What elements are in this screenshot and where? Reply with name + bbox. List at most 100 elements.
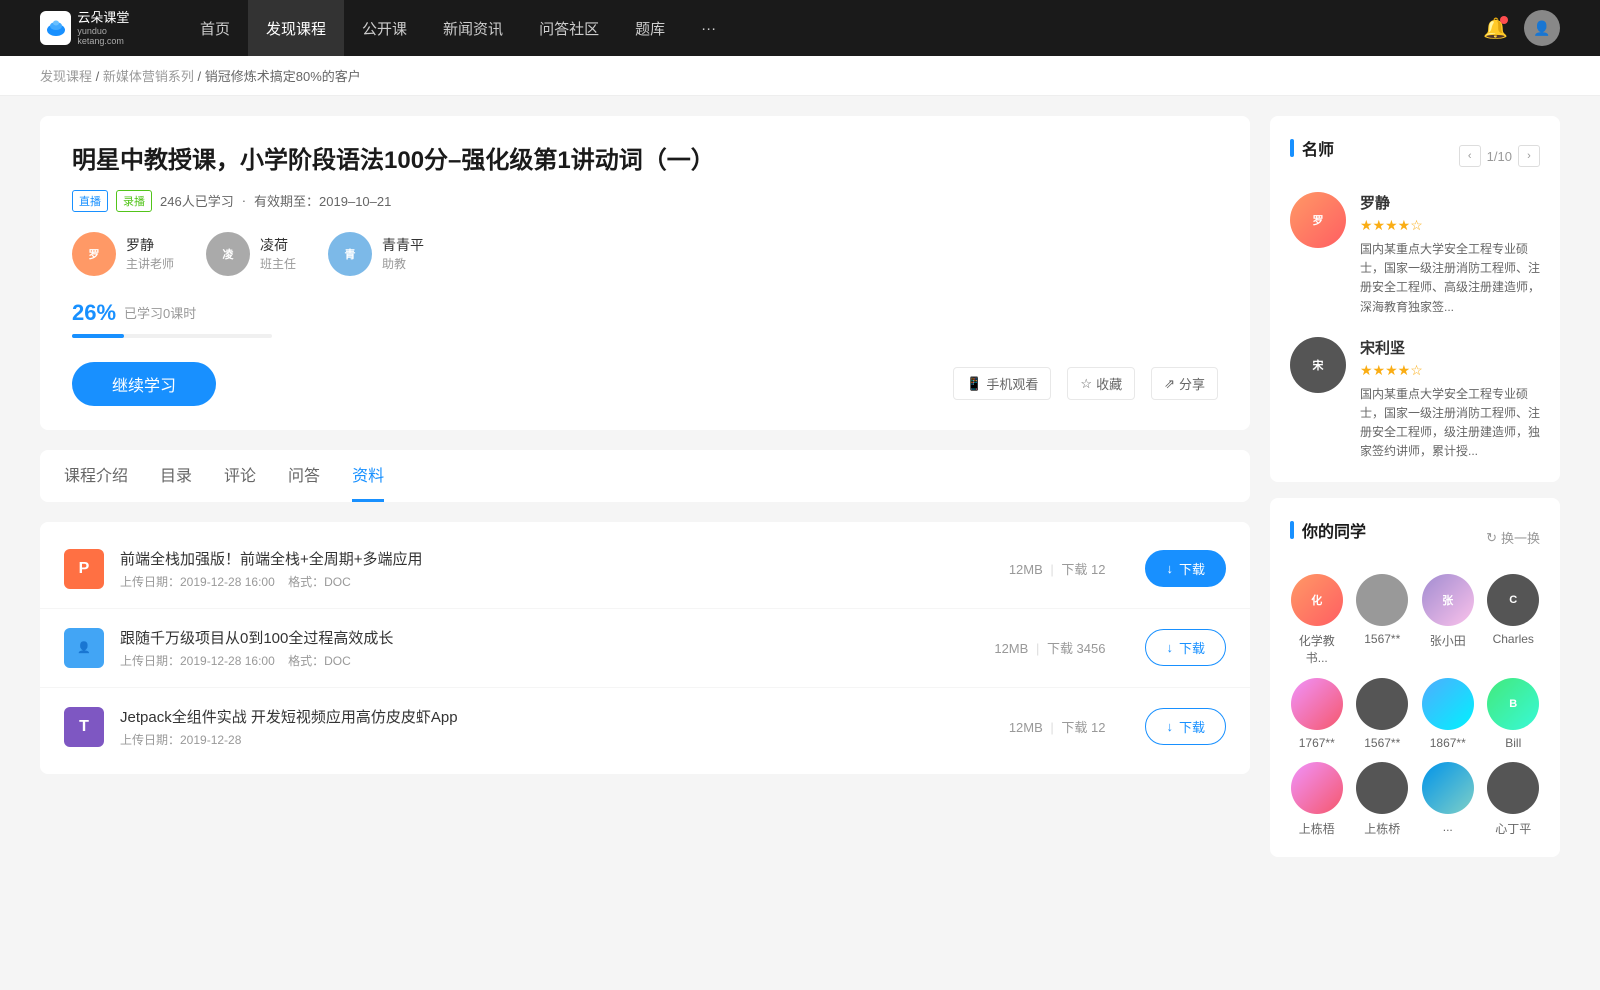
- mobile-icon: 📱: [966, 376, 982, 392]
- resource-name-1: 跟随千万级项目从0到100全过程高效成长: [120, 627, 954, 648]
- tc-name-0: 罗静: [1360, 192, 1540, 213]
- tab-review[interactable]: 评论: [224, 450, 256, 502]
- title-bar-classmates: [1290, 521, 1294, 539]
- teachers-title: 名师: [1290, 136, 1334, 160]
- classmate-avatar-5[interactable]: [1356, 678, 1408, 730]
- mobile-watch-button[interactable]: 📱 手机观看: [953, 367, 1051, 400]
- classmate-name-11: 心丁平: [1495, 820, 1531, 837]
- badge-live: 直播: [72, 190, 108, 212]
- classmate-1: 1567**: [1356, 574, 1410, 666]
- teachers-pagination: ‹ 1/10 ›: [1459, 145, 1540, 167]
- breadcrumb-series[interactable]: 新媒体营销系列: [103, 69, 194, 84]
- nav-qa[interactable]: 问答社区: [521, 0, 617, 56]
- download-button-1[interactable]: ↓ 下载: [1145, 629, 1226, 666]
- continue-study-button[interactable]: 继续学习: [72, 362, 216, 406]
- tc-stars-1: ★★★★☆: [1360, 362, 1540, 379]
- star-icon: ☆: [1080, 376, 1092, 392]
- classmate-avatar-6[interactable]: [1422, 678, 1474, 730]
- resource-stats-2: 12MB | 下载 12: [1009, 717, 1106, 736]
- share-button[interactable]: ⇗ 分享: [1151, 367, 1218, 400]
- nav-open[interactable]: 公开课: [344, 0, 425, 56]
- resource-meta-1: 上传日期：2019-12-28 16:00 格式：DOC: [120, 652, 954, 669]
- user-avatar-nav[interactable]: 👤: [1524, 10, 1560, 46]
- navbar: 云朵课堂 yunduo ketang.com 首页 发现课程 公开课 新闻资讯 …: [0, 0, 1600, 56]
- nav-more[interactable]: ···: [683, 0, 734, 56]
- sidebar: 名师 ‹ 1/10 › 罗 罗静 ★★★★☆ 国内某重点大学: [1270, 116, 1560, 873]
- tc-info-1: 宋利坚 ★★★★☆ 国内某重点大学安全工程专业硕士，国家一级注册消防工程师、注册…: [1360, 337, 1540, 462]
- classmate-name-3: Charles: [1493, 632, 1534, 646]
- classmate-name-4: 1767**: [1299, 736, 1335, 750]
- classmate-avatar-4[interactable]: [1291, 678, 1343, 730]
- classmate-avatar-3[interactable]: C: [1487, 574, 1539, 626]
- tc-avatar-0: 罗: [1290, 192, 1346, 248]
- classmate-avatar-1[interactable]: [1356, 574, 1408, 626]
- tc-stars-0: ★★★★☆: [1360, 217, 1540, 234]
- classmate-7: B Bill: [1487, 678, 1541, 750]
- teachers-sidebar-card: 名师 ‹ 1/10 › 罗 罗静 ★★★★☆ 国内某重点大学: [1270, 116, 1560, 482]
- classmate-6: 1867**: [1421, 678, 1475, 750]
- teacher-avatar-0: 罗: [72, 232, 116, 276]
- breadcrumb-current: 销冠修炼术搞定80%的客户: [205, 69, 361, 84]
- progress-pct: 26%: [72, 300, 116, 326]
- classmate-avatar-0[interactable]: 化: [1291, 574, 1343, 626]
- tab-catalog[interactable]: 目录: [160, 450, 192, 502]
- classmate-avatar-2[interactable]: 张: [1422, 574, 1474, 626]
- download-button-0[interactable]: ↓ 下载: [1145, 550, 1226, 587]
- classmate-3: C Charles: [1487, 574, 1541, 666]
- classmate-avatar-9[interactable]: [1356, 762, 1408, 814]
- nav-items: 首页 发现课程 公开课 新闻资讯 问答社区 题库 ···: [182, 0, 1483, 56]
- logo-sub: yunduo ketang.com: [77, 26, 150, 46]
- teacher-card-0: 罗 罗静 ★★★★☆ 国内某重点大学安全工程专业硕士，国家一级注册消防工程师、注…: [1290, 192, 1540, 317]
- resource-stats-0: 12MB | 下载 12: [1009, 559, 1106, 578]
- breadcrumb-discover[interactable]: 发现课程: [40, 69, 92, 84]
- logo-text: 云朵课堂: [77, 10, 150, 26]
- classmates-header: 你的同学 ↻ 换一换: [1290, 518, 1540, 558]
- teachers-next-button[interactable]: ›: [1518, 145, 1540, 167]
- refresh-classmates-button[interactable]: ↻ 换一换: [1486, 528, 1540, 547]
- valid-until: 有效期至：2019–10–21: [254, 191, 391, 210]
- course-actions: 继续学习 📱 手机观看 ☆ 收藏 ⇗ 分享: [72, 362, 1218, 406]
- classmate-name-2: 张小田: [1430, 632, 1466, 649]
- nav-quiz[interactable]: 题库: [617, 0, 683, 56]
- classmate-avatar-8[interactable]: [1291, 762, 1343, 814]
- tab-intro[interactable]: 课程介绍: [64, 450, 128, 502]
- classmate-name-1: 1567**: [1364, 632, 1400, 646]
- nav-news[interactable]: 新闻资讯: [425, 0, 521, 56]
- resource-item-0: P 前端全栈加强版！前端全栈+全周期+多端应用 上传日期：2019-12-28 …: [40, 530, 1250, 609]
- classmate-9: 上栋桥: [1356, 762, 1410, 837]
- progress-bar-fill: [72, 334, 124, 338]
- classmate-avatar-7[interactable]: B: [1487, 678, 1539, 730]
- teacher-avatar-1: 凌: [206, 232, 250, 276]
- classmates-grid: 化 化学教书... 1567** 张 张小田 C Charles 176: [1290, 574, 1540, 837]
- teacher-1: 凌 凌荷 班主任: [206, 232, 296, 276]
- share-icon: ⇗: [1164, 376, 1175, 392]
- bell-icon[interactable]: 🔔: [1483, 16, 1508, 41]
- classmate-avatar-11[interactable]: [1487, 762, 1539, 814]
- tab-qa[interactable]: 问答: [288, 450, 320, 502]
- teachers-list: 罗 罗静 主讲老师 凌 凌荷 班主任: [72, 232, 1218, 276]
- resource-item-2: T Jetpack全组件实战 开发短视频应用高仿皮皮虾App 上传日期：2019…: [40, 688, 1250, 766]
- classmate-4: 1767**: [1290, 678, 1344, 750]
- classmate-5: 1567**: [1356, 678, 1410, 750]
- logo-icon: [40, 11, 71, 45]
- resource-info-2: Jetpack全组件实战 开发短视频应用高仿皮皮虾App 上传日期：2019-1…: [120, 706, 969, 748]
- download-button-2[interactable]: ↓ 下载: [1145, 708, 1226, 745]
- breadcrumb: 发现课程 / 新媒体营销系列 / 销冠修炼术搞定80%的客户: [0, 56, 1600, 96]
- classmate-avatar-10[interactable]: [1422, 762, 1474, 814]
- tab-resource[interactable]: 资料: [352, 450, 384, 502]
- tc-info-0: 罗静 ★★★★☆ 国内某重点大学安全工程专业硕士，国家一级注册消防工程师、注册安…: [1360, 192, 1540, 317]
- nav-discover[interactable]: 发现课程: [248, 0, 344, 56]
- collect-button[interactable]: ☆ 收藏: [1067, 367, 1135, 400]
- resource-name-0: 前端全栈加强版！前端全栈+全周期+多端应用: [120, 548, 969, 569]
- teacher-role-2: 助教: [382, 255, 424, 272]
- logo[interactable]: 云朵课堂 yunduo ketang.com: [40, 10, 150, 46]
- teacher-2: 青 青青平 助教: [328, 232, 424, 276]
- notification-dot: [1500, 16, 1508, 24]
- download-icon-0: ↓: [1166, 561, 1173, 576]
- teachers-prev-button[interactable]: ‹: [1459, 145, 1481, 167]
- nav-home[interactable]: 首页: [182, 0, 248, 56]
- resource-item-1: 👤 跟随千万级项目从0到100全过程高效成长 上传日期：2019-12-28 1…: [40, 609, 1250, 688]
- resource-stats-1: 12MB | 下载 3456: [994, 638, 1105, 657]
- content-area: 明星中教授课，小学阶段语法100分–强化级第1讲动词（一） 直播 录播 246人…: [40, 116, 1250, 873]
- teacher-card-1: 宋 宋利坚 ★★★★☆ 国内某重点大学安全工程专业硕士，国家一级注册消防工程师、…: [1290, 337, 1540, 462]
